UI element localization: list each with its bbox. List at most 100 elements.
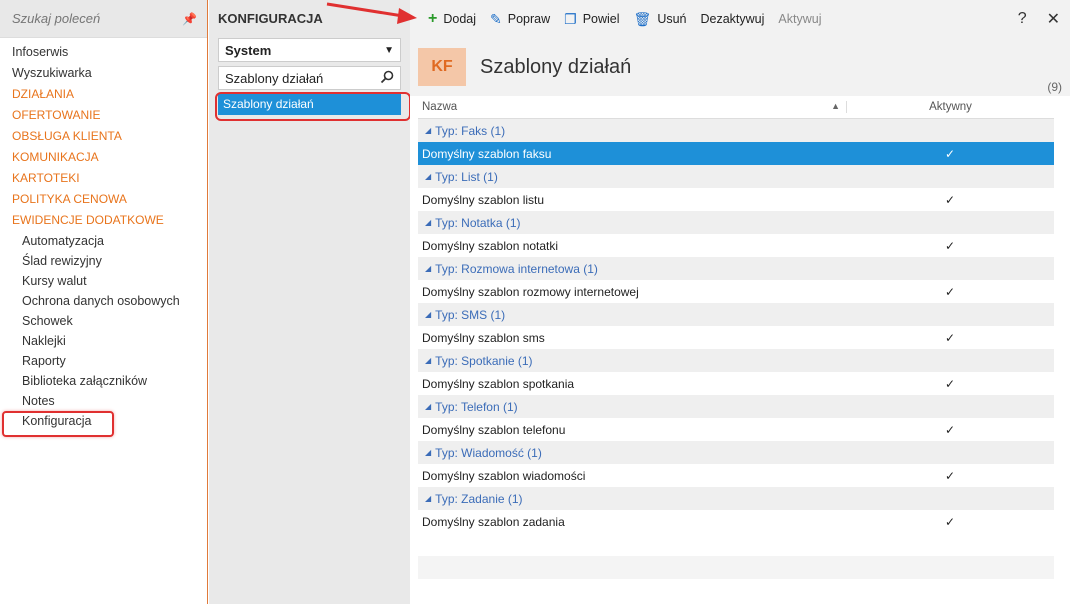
grid-header: Nazwa ▲ Aktywny bbox=[418, 96, 1054, 119]
search-icon[interactable] bbox=[380, 70, 394, 87]
nav-item[interactable]: Naklejki bbox=[0, 331, 207, 351]
sort-ascending-icon: ▲ bbox=[831, 101, 840, 111]
duplicate-button[interactable]: ❐ Powiel bbox=[564, 11, 619, 28]
nav-list: Infoserwis Wyszukiwarka DZIAŁANIA OFERTOWAN… bbox=[0, 38, 207, 437]
group-row[interactable]: ◢ Typ: Wiadomość (1) bbox=[418, 441, 1054, 464]
plus-icon: + bbox=[428, 10, 438, 27]
cell-name: Domyślny szablon spotkania bbox=[422, 376, 575, 391]
empty-row bbox=[418, 556, 1054, 579]
checkmark-icon: ✓ bbox=[944, 468, 956, 483]
cell-name: Domyślny szablon sms bbox=[422, 330, 545, 345]
trash-icon: 🗑 bbox=[633, 10, 652, 27]
group-row[interactable]: ◢ Typ: Zadanie (1) bbox=[418, 487, 1054, 510]
activate-button[interactable]: Aktywuj bbox=[778, 12, 821, 26]
nav-item[interactable]: Notes bbox=[0, 391, 207, 411]
templates-grid: Nazwa ▲ Aktywny ◢ Typ: Faks (1) Domyślny s… bbox=[418, 96, 1054, 579]
deactivate-button[interactable]: Dezaktywuj bbox=[701, 12, 765, 26]
collapse-icon[interactable]: ◢ bbox=[425, 218, 431, 227]
nav-item[interactable]: Wyszukiwarka bbox=[0, 63, 207, 84]
add-button[interactable]: + Dodaj bbox=[428, 10, 476, 28]
pin-icon[interactable]: 📌 bbox=[182, 12, 197, 26]
nav-item[interactable]: DZIAŁANIA bbox=[0, 84, 207, 105]
close-icon[interactable]: ✕ bbox=[1047, 9, 1060, 29]
nav-item[interactable]: KOMUNIKACJA bbox=[0, 147, 207, 168]
collapse-icon[interactable]: ◢ bbox=[425, 264, 431, 273]
nav-item[interactable]: Kursy walut bbox=[0, 271, 207, 291]
window-controls: ? ✕ bbox=[1018, 9, 1070, 29]
table-row[interactable]: Domyślny szablon telefonu ✓ bbox=[418, 418, 1054, 441]
nav-item[interactable]: POLITYKA CENOWA bbox=[0, 189, 207, 210]
cell-name: Domyślny szablon wiadomości bbox=[422, 468, 586, 483]
nav-item[interactable]: Infoserwis bbox=[0, 42, 207, 63]
group-row[interactable]: ◢ Typ: SMS (1) bbox=[418, 303, 1054, 326]
group-label: Typ: List (1) bbox=[435, 169, 498, 184]
checkmark-icon: ✓ bbox=[944, 422, 956, 437]
group-row[interactable]: ◢ Typ: Telefon (1) bbox=[418, 395, 1054, 418]
pencil-icon: ✎ bbox=[490, 10, 502, 27]
edit-button[interactable]: ✎ Popraw bbox=[490, 11, 550, 28]
collapse-icon[interactable]: ◢ bbox=[425, 126, 431, 135]
group-row[interactable]: ◢ Typ: List (1) bbox=[418, 165, 1054, 188]
checkmark-icon: ✓ bbox=[944, 514, 956, 529]
nav-item[interactable]: OBSŁUGA KLIENTA bbox=[0, 126, 207, 147]
table-row[interactable]: Domyślny szablon listu ✓ bbox=[418, 188, 1054, 211]
group-label: Typ: Faks (1) bbox=[435, 123, 506, 138]
command-search-input[interactable] bbox=[12, 11, 172, 26]
table-row[interactable]: Domyślny szablon rozmowy internetowej ✓ bbox=[418, 280, 1054, 303]
group-label: Typ: SMS (1) bbox=[435, 307, 506, 322]
column-header-name[interactable]: Nazwa ▲ bbox=[418, 101, 846, 113]
nav-item[interactable]: Konfiguracja bbox=[0, 411, 207, 437]
collapse-icon[interactable]: ◢ bbox=[425, 448, 431, 457]
chevron-down-icon: ▼ bbox=[384, 44, 394, 56]
nav-item[interactable]: Schowek bbox=[0, 311, 207, 331]
collapse-icon[interactable]: ◢ bbox=[425, 356, 431, 365]
group-label: Typ: Rozmowa internetowa (1) bbox=[435, 261, 598, 276]
table-row[interactable]: Domyślny szablon notatki ✓ bbox=[418, 234, 1054, 257]
nav-item[interactable]: Automatyzacja bbox=[0, 231, 207, 251]
nav-item[interactable]: EWIDENCJE DODATKOWE bbox=[0, 210, 207, 231]
cell-name: Domyślny szablon notatki bbox=[422, 238, 559, 253]
table-row[interactable]: Domyślny szablon zadania ✓ bbox=[418, 510, 1054, 533]
cell-name: Domyślny szablon faksu bbox=[422, 146, 552, 161]
toolbar: + Dodaj ✎ Popraw ❐ Powiel 🗑 Usuń Dezakty… bbox=[410, 0, 1070, 38]
group-row[interactable]: ◢ Typ: Rozmowa internetowa (1) bbox=[418, 257, 1054, 280]
nav-item[interactable]: OFERTOWANIE bbox=[0, 105, 207, 126]
command-search: 📌 bbox=[0, 0, 207, 38]
nav-item[interactable]: Raporty bbox=[0, 351, 207, 371]
nav-item[interactable]: Biblioteka załączników bbox=[0, 371, 207, 391]
view-header: KF Szablony działań (9) bbox=[410, 38, 1070, 96]
help-icon[interactable]: ? bbox=[1018, 10, 1027, 28]
group-row[interactable]: ◢ Typ: Spotkanie (1) bbox=[418, 349, 1054, 372]
collapse-icon[interactable]: ◢ bbox=[425, 494, 431, 503]
delete-button[interactable]: 🗑 Usuń bbox=[634, 11, 687, 28]
checkmark-icon: ✓ bbox=[944, 192, 956, 207]
table-row[interactable]: Domyślny szablon faksu ✓ bbox=[418, 142, 1054, 165]
cell-name: Domyślny szablon rozmowy internetowej bbox=[422, 284, 639, 299]
nav-item[interactable]: Ślad rewizyjny bbox=[0, 251, 207, 271]
group-label: Typ: Wiadomość (1) bbox=[435, 445, 542, 460]
collapse-icon[interactable]: ◢ bbox=[425, 310, 431, 319]
table-row[interactable]: Domyślny szablon spotkania ✓ bbox=[418, 372, 1054, 395]
category-select[interactable]: System ▼ bbox=[218, 38, 401, 62]
activate-button-label: Aktywuj bbox=[778, 12, 822, 26]
table-row[interactable]: Domyślny szablon wiadomości ✓ bbox=[418, 464, 1054, 487]
tree-item-action-templates[interactable]: Szablony działań bbox=[215, 92, 411, 121]
checkmark-icon: ✓ bbox=[944, 330, 956, 345]
add-button-label: Dodaj bbox=[443, 12, 477, 26]
collapse-icon[interactable]: ◢ bbox=[425, 172, 431, 181]
delete-button-label: Usuń bbox=[657, 12, 687, 26]
group-label: Typ: Spotkanie (1) bbox=[435, 353, 533, 368]
category-select-value: System bbox=[225, 42, 272, 58]
group-row[interactable]: ◢ Typ: Faks (1) bbox=[418, 119, 1054, 142]
column-header-active[interactable]: Aktywny bbox=[846, 101, 1054, 113]
group-label: Typ: Notatka (1) bbox=[435, 215, 521, 230]
group-row[interactable]: ◢ Typ: Notatka (1) bbox=[418, 211, 1054, 234]
nav-item[interactable]: KARTOTEKI bbox=[0, 168, 207, 189]
cell-name: Domyślny szablon telefonu bbox=[422, 422, 566, 437]
nav-item[interactable]: Ochrona danych osobowych bbox=[0, 291, 207, 311]
filter-input[interactable]: Szablony działań bbox=[218, 66, 401, 90]
filter-input-value: Szablony działań bbox=[225, 70, 324, 86]
collapse-icon[interactable]: ◢ bbox=[425, 402, 431, 411]
table-row[interactable]: Domyślny szablon sms ✓ bbox=[418, 326, 1054, 349]
annotation-arrow bbox=[326, 2, 417, 24]
